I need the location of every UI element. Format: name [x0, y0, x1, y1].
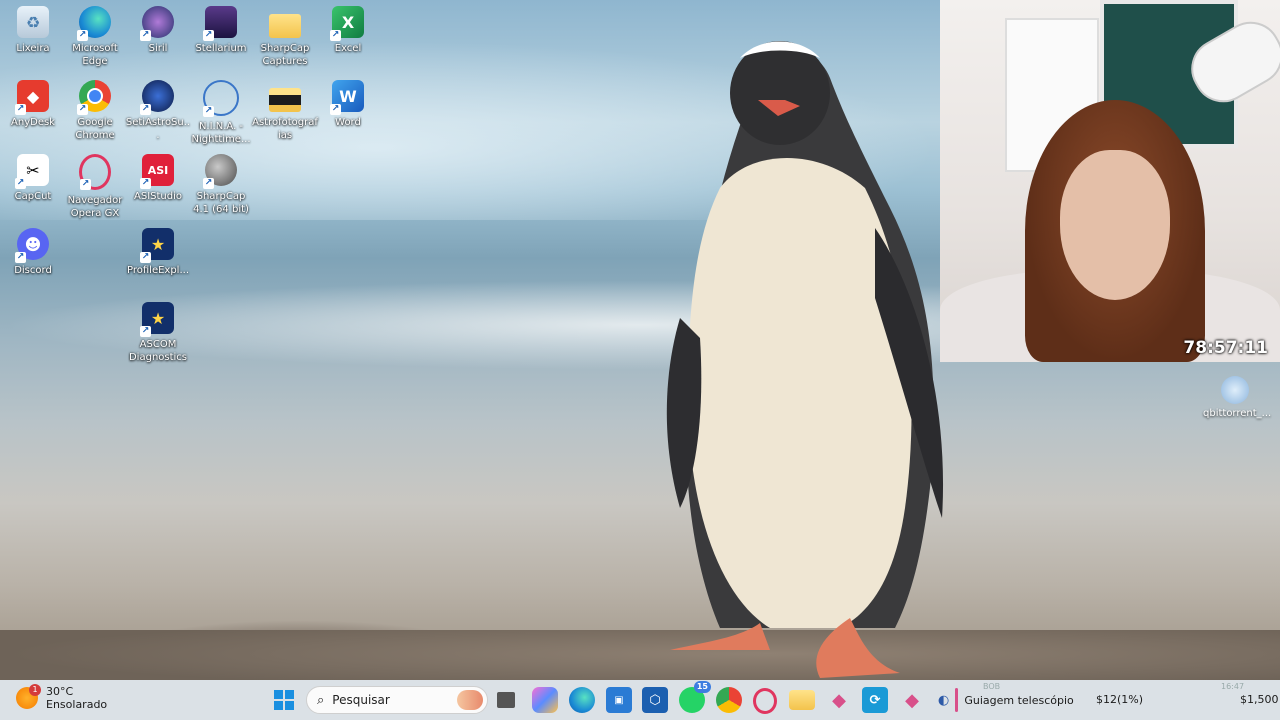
- chrome-taskbar-icon[interactable]: [716, 687, 742, 713]
- whatsapp-badge: 15: [693, 681, 711, 693]
- desktop-icon-excel[interactable]: X Excel: [315, 6, 381, 55]
- ascom-profile-icon: ★: [140, 228, 174, 263]
- desktop-icon-label: ASCOM Diagnostics: [128, 339, 188, 363]
- desktop-icon-label: ProfileExpl...: [127, 265, 189, 276]
- desktop-icon-qbittorrent[interactable]: qbittorrent_...: [1203, 376, 1272, 420]
- stellarium-icon: [203, 6, 237, 41]
- siril-icon: [140, 6, 174, 41]
- pink-app-icon[interactable]: ◆: [899, 687, 925, 713]
- desktop-icon-ascom-diagnostics[interactable]: ★ ASCOM Diagnostics: [125, 302, 191, 364]
- webcam-overlay: 78:57:11: [940, 0, 1280, 362]
- desktop-icon-edge[interactable]: Microsoft Edge: [62, 6, 128, 68]
- desktop-icon-label: Word: [335, 117, 361, 128]
- ascom-diagnostics-icon: ★: [140, 302, 174, 337]
- taskbar-window-guiagem[interactable]: ◐ Guiagem telescópio: [938, 680, 1074, 720]
- desktop-icon-label: Lixeira: [16, 43, 50, 54]
- weather-condition: Ensolarado: [46, 698, 108, 711]
- stock-ticker-1[interactable]: $12(1%): [1096, 693, 1143, 706]
- desktop-icon-label: Siril: [148, 43, 168, 54]
- folder-icon: [269, 88, 301, 112]
- discord-icon: ☻: [15, 228, 49, 263]
- sync-app-icon[interactable]: ⟳: [862, 687, 888, 713]
- start-button[interactable]: [271, 687, 297, 713]
- edge-taskbar-icon[interactable]: [569, 687, 595, 713]
- desktop-icon-label: Navegador Opera GX: [67, 195, 123, 219]
- asistudio-icon: ASI: [140, 154, 174, 189]
- word-icon: W: [330, 80, 364, 115]
- desktop-icon-chrome[interactable]: Google Chrome: [62, 80, 128, 142]
- task-view-icon[interactable]: [497, 692, 515, 708]
- active-indicator: [955, 688, 959, 712]
- desktop-icon-opera-gx[interactable]: Navegador Opera GX: [62, 154, 128, 220]
- edge-icon: [77, 6, 111, 41]
- webcam-person-face: [1060, 150, 1170, 300]
- penguin-image: [666, 41, 944, 678]
- windows-icon: [274, 690, 294, 710]
- ascom-taskbar-icon[interactable]: ⬡: [642, 687, 668, 713]
- desktop-icon-stellarium[interactable]: Stellarium: [188, 6, 254, 55]
- desktop-icon-sharpcap-captures[interactable]: SharpCap Captures: [252, 6, 318, 68]
- desktop-icon-label: Microsoft Edge: [72, 43, 118, 67]
- desktop-icon-recycle-bin[interactable]: ♻ Lixeira: [0, 6, 66, 55]
- obsidian-icon[interactable]: ◆: [826, 687, 852, 713]
- nina-icon: [203, 80, 239, 117]
- desktop-icon-sharpcap[interactable]: SharpCap 4.1 (64 bit): [188, 154, 254, 216]
- desktop-icon-label: Astrofotografias: [252, 117, 318, 141]
- sun-icon: 1: [16, 684, 41, 709]
- desktop-icon-label: SharpCap 4.1 (64 bit): [193, 191, 249, 215]
- setiastro-icon: [140, 80, 174, 115]
- store-icon[interactable]: ▣: [606, 687, 632, 713]
- desktop-icon-capcut[interactable]: ✂ CapCut: [0, 154, 66, 203]
- desktop-icon-profileexplorer[interactable]: ★ ProfileExpl...: [125, 228, 191, 277]
- sharpcap-icon: [203, 154, 237, 189]
- chrome-icon: [77, 80, 111, 115]
- desktop-icon-setiastro[interactable]: SetiAstroSu...: [125, 80, 191, 142]
- notification-badge: 1: [29, 684, 41, 696]
- capcut-icon: ✂: [15, 154, 49, 189]
- copilot-icon[interactable]: [532, 687, 558, 713]
- search-icon: ⌕: [317, 692, 325, 708]
- taskbar: 1 30°C Ensolarado ⌕ Pesquisar ▣ ⬡ 15 ◆ ⟳…: [0, 680, 1280, 720]
- desktop-icon-anydesk[interactable]: ◆ AnyDesk: [0, 80, 66, 129]
- window-label: Guiagem telescópio: [964, 693, 1074, 707]
- desktop-icon-label: qbittorrent_...: [1203, 408, 1272, 419]
- desktop-icon-label: SharpCap Captures: [260, 43, 310, 67]
- recycle-bin-icon: ♻: [17, 6, 49, 38]
- opera-gx-taskbar-icon[interactable]: [753, 688, 777, 714]
- search-placeholder: Pesquisar: [332, 693, 390, 707]
- folder-icon: [269, 14, 301, 38]
- desktop-icon-asistudio[interactable]: ASI ASIStudio: [125, 154, 191, 203]
- taskbar-search[interactable]: ⌕ Pesquisar: [306, 686, 488, 714]
- desktop-icon-label: SetiAstroSu...: [125, 117, 191, 141]
- desktop-icon-label: Stellarium: [195, 43, 247, 54]
- desktop-icon-label: Excel: [334, 43, 362, 54]
- stock-ticker-2[interactable]: $1,500: [1240, 693, 1279, 706]
- desktop-icon-label: Discord: [14, 265, 52, 276]
- search-highlight-image: [457, 690, 483, 710]
- faint-text: 16:47: [1221, 682, 1245, 691]
- desktop-icon-word[interactable]: W Word: [315, 80, 381, 129]
- opera-gx-icon: [79, 154, 111, 190]
- stream-timer: 78:57:11: [1183, 338, 1268, 358]
- desktop-icon-siril[interactable]: Siril: [125, 6, 191, 55]
- desktop-icon-label: CapCut: [14, 191, 52, 202]
- desktop-icon-nina[interactable]: N.I.N.A. - Nighttime...: [188, 80, 254, 146]
- weather-temperature: 30°C: [46, 685, 74, 698]
- whatsapp-icon[interactable]: 15: [679, 681, 711, 713]
- excel-icon: X: [330, 6, 364, 41]
- desktop-icon-astrofotografias[interactable]: Astrofotografias: [252, 80, 318, 142]
- desktop-icon-label: Google Chrome: [75, 117, 115, 141]
- desktop-icon-label: ASIStudio: [134, 191, 182, 202]
- qbittorrent-icon: [1221, 376, 1249, 404]
- telescope-icon: ◐: [938, 692, 950, 708]
- desktop-icon-label: AnyDesk: [11, 117, 55, 128]
- desktop-icon-discord[interactable]: ☻ Discord: [0, 228, 66, 277]
- weather-widget[interactable]: 1 30°C Ensolarado: [16, 684, 108, 711]
- anydesk-icon: ◆: [15, 80, 49, 115]
- desktop-icon-label: N.I.N.A. - Nighttime...: [191, 121, 251, 145]
- wallpaper-rock: [0, 630, 1280, 680]
- file-explorer-icon[interactable]: [789, 690, 815, 710]
